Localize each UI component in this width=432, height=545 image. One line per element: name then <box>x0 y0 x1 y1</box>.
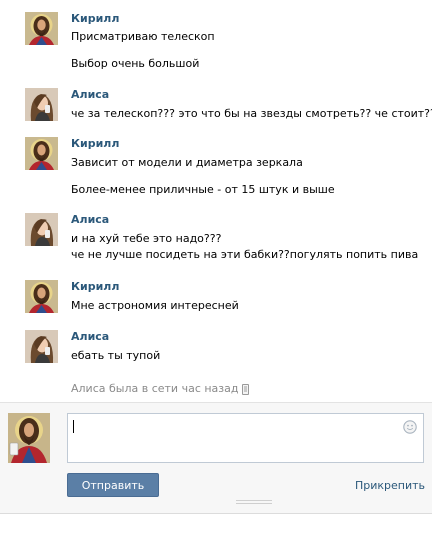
message-text: Мне астрономия интересней <box>71 299 239 312</box>
message-author[interactable]: Алиса <box>71 213 109 227</box>
message-text: че не лучше посидеть на эти бабки??погул… <box>71 248 419 261</box>
message-author[interactable]: Кирилл <box>71 12 119 26</box>
message-author[interactable]: Кирилл <box>71 137 119 151</box>
avatar[interactable] <box>25 88 58 121</box>
attach-link[interactable]: Прикрепить <box>355 479 425 493</box>
send-button[interactable]: Отправить <box>67 473 159 497</box>
avatar[interactable] <box>25 330 58 363</box>
avatar[interactable] <box>25 137 58 170</box>
message-text: и на хуй тебе это надо??? <box>71 232 222 245</box>
message-text: ебать ты тупой <box>71 349 161 362</box>
message-text: че за телескоп??? это что бы на звезды с… <box>71 107 432 120</box>
message-text: Более-менее приличные - от 15 штук и выш… <box>71 183 335 196</box>
message-input[interactable] <box>67 413 424 463</box>
message-text: Зависит от модели и диаметра зеркала <box>71 156 303 169</box>
my-avatar[interactable] <box>8 413 50 463</box>
text-cursor <box>73 420 74 433</box>
message-author[interactable]: Алиса <box>71 88 109 102</box>
smile-icon[interactable] <box>403 420 417 434</box>
message-text: Присматриваю телескоп <box>71 30 215 43</box>
avatar[interactable] <box>25 213 58 246</box>
online-status-text: Алиса была в сети час назад <box>71 382 239 395</box>
phone-icon <box>241 383 249 395</box>
online-status: Алиса была в сети час назад <box>71 382 249 396</box>
message-author[interactable]: Кирилл <box>71 280 119 294</box>
resize-handle[interactable] <box>236 500 272 506</box>
message-author[interactable]: Алиса <box>71 330 109 344</box>
avatar[interactable] <box>25 12 58 45</box>
message-text: Выбор очень большой <box>71 57 200 70</box>
avatar[interactable] <box>25 280 58 313</box>
message-feed: Кирилл Присматриваю телескоп Выбор очень… <box>0 0 432 400</box>
compose-panel: Отправить Прикрепить <box>0 402 432 514</box>
